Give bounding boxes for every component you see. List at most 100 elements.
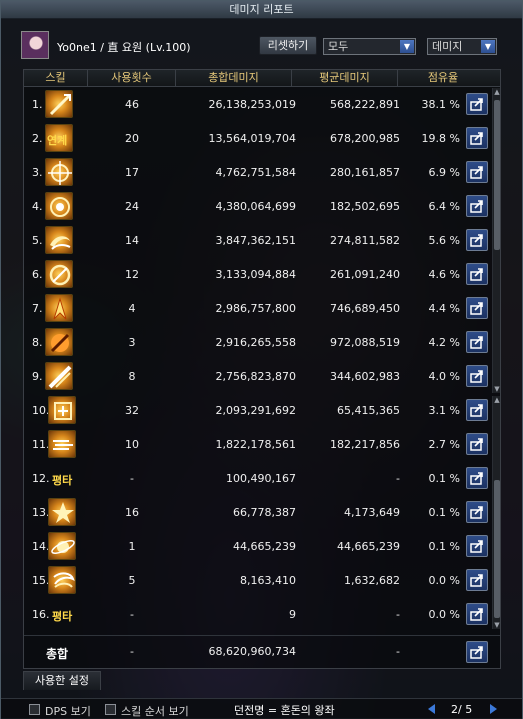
row-share: 4.4 % [428,302,460,315]
row-use-count: 16 [125,506,139,519]
spear-strike-icon [45,90,73,118]
table-row: 3. 17 4,762,751,584 280,161,857 6.9 % [24,156,500,190]
planet-ring-icon [48,532,76,560]
used-settings-tab[interactable]: 사용한 설정 [23,671,101,690]
table-row: 10. 32 2,093,291,692 65,415,365 3.1 % [24,394,500,428]
table-row: 14. 1 44,665,239 44,665,239 0.1 % [24,530,500,564]
row-rank: 13. [32,506,50,519]
skill-text-label: 평타 [52,610,73,623]
column-average-damage: 평균데미지 [292,70,398,87]
row-detail-button[interactable] [466,331,488,353]
row-rank: 10. [32,404,50,417]
row-use-count: - [130,608,134,621]
skill-text-label: 평타 [52,474,73,487]
scroll-up-icon[interactable]: ▲ [493,88,501,96]
row-total-damage: 3,133,094,884 [215,268,296,281]
row-detail-button[interactable] [466,263,488,285]
row-use-count: 10 [125,438,139,451]
row-detail-button[interactable] [466,161,488,183]
player-avatar [21,31,49,59]
row-share: 38.1 % [421,98,460,111]
row-use-count: 24 [125,200,139,213]
table-row: 9. 8 2,756,823,870 344,602,983 4.0 % [24,360,500,394]
row-rank: 16. [32,608,50,621]
row-share: 4.2 % [428,336,460,349]
row-detail-button[interactable] [466,535,488,557]
flame-orb-icon [45,328,73,356]
row-rank: 12. [32,472,50,485]
skill-order-checkbox[interactable] [105,704,116,715]
row-share: 2.7 % [428,438,460,451]
row-use-count: 1 [128,540,136,553]
next-page-icon[interactable] [486,702,500,716]
column-share: 점유율 [427,71,459,84]
row-detail-button[interactable] [466,127,488,149]
share-arrow-icon [470,200,483,213]
row-total-damage: 26,138,253,019 [208,98,296,111]
scroll-down-icon[interactable]: ▼ [493,621,501,629]
chevron-down-icon: ▼ [481,40,495,53]
scroll-down-icon[interactable]: ▼ [493,385,501,393]
row-detail-button[interactable] [466,569,488,591]
sort-select[interactable]: 데미지 ▼ [427,38,497,55]
row-average-damage: 1,632,682 [344,574,400,587]
target-burst-icon [45,192,73,220]
sort-select-value: 데미지 [432,40,463,53]
vortex-icon [45,226,73,254]
window-title: 데미지 리포트 [1,1,522,19]
row-total-damage: 4,380,064,699 [215,200,296,213]
page-indicator: 2/ 5 [451,703,473,716]
row-rank: 7. [32,302,43,315]
upper-scroll-thumb[interactable] [494,100,500,250]
upper-scrollbar[interactable]: ▲ ▼ [492,88,500,393]
crosshair-icon [45,158,73,186]
prev-page-icon[interactable] [425,702,439,716]
dps-checkbox[interactable] [29,704,40,715]
row-total-damage: 2,756,823,870 [215,370,296,383]
lower-scrollbar[interactable]: ▲ ▼ [492,396,500,629]
share-arrow-icon [470,98,483,111]
total-detail-button[interactable] [466,641,488,663]
row-detail-button[interactable] [466,433,488,455]
row-rank: 3. [32,166,43,179]
share-arrow-icon [470,268,483,281]
table-row: 7. 4 2,986,757,800 746,689,450 4.4 % [24,292,500,326]
row-detail-button[interactable] [466,297,488,319]
row-average-damage: 65,415,365 [337,404,400,417]
row-rank: 4. [32,200,43,213]
table-row: 2. 연계 20 13,564,019,704 678,200,985 19.8 % [24,122,500,156]
lower-scroll-thumb[interactable] [494,480,500,618]
circular-slash-icon [45,260,73,288]
reset-button[interactable]: 리셋하기 [259,36,317,55]
row-detail-button[interactable] [466,93,488,115]
table-row: 11. 10 1,822,178,561 182,217,856 2.7 % [24,428,500,462]
row-share: 0.0 % [428,574,460,587]
player-name: Yo0ne1 / 直 요원 (Lv.100) [57,41,191,54]
row-detail-button[interactable] [466,501,488,523]
row-detail-button[interactable] [466,399,488,421]
row-average-damage: 280,161,857 [330,166,400,179]
row-detail-button[interactable] [466,195,488,217]
share-arrow-icon [470,370,483,383]
row-detail-button[interactable] [466,229,488,251]
row-total-damage: 66,778,387 [233,506,296,519]
table-row: 4. 24 4,380,064,699 182,502,695 6.4 % [24,190,500,224]
filter-select[interactable]: 모두 ▼ [323,38,416,55]
share-arrow-icon [470,234,483,247]
row-share: 19.8 % [421,132,460,145]
row-detail-button[interactable] [466,603,488,625]
row-use-count: 5 [128,574,136,587]
row-detail-button[interactable] [466,467,488,489]
row-total-damage: 3,847,362,151 [215,234,296,247]
chevron-down-icon: ▼ [400,40,414,53]
row-use-count: 12 [125,268,139,281]
row-average-damage: 182,217,856 [330,438,400,451]
scroll-up-icon[interactable]: ▲ [493,396,501,404]
fire-fighter-icon [45,294,73,322]
speed-lines-icon [48,430,76,458]
row-share: 6.4 % [428,200,460,213]
row-share: 5.6 % [428,234,460,247]
row-total-damage: 44,665,239 [233,540,296,553]
row-detail-button[interactable] [466,365,488,387]
table-row: 16. 평타 - 9 - 0.0 % [24,598,500,632]
